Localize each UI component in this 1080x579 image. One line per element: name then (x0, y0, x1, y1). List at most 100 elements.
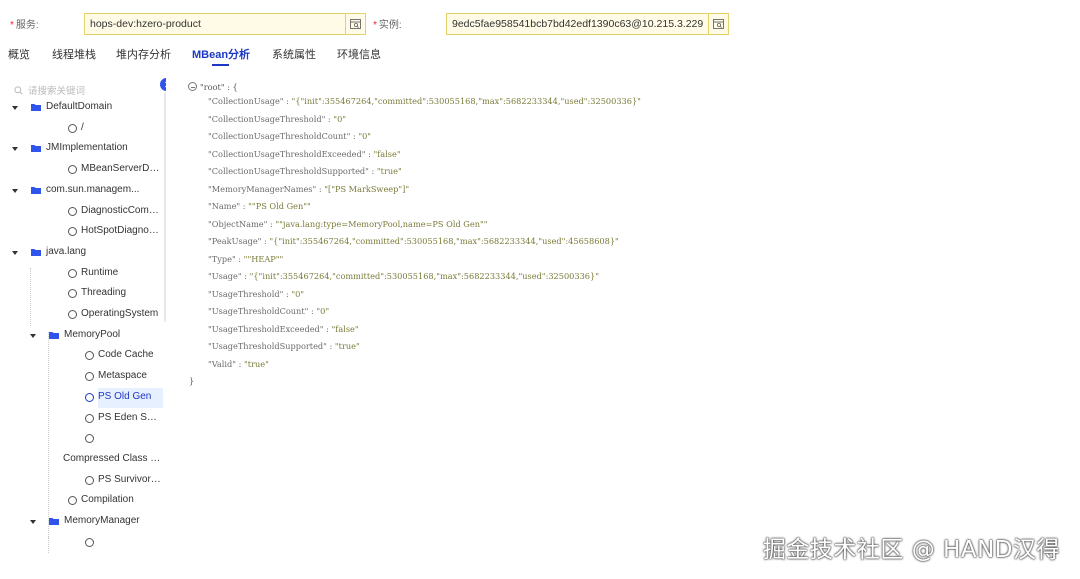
json-property-line: "ObjectName" : ""java.lang:type=MemoryPo… (208, 217, 488, 231)
json-value: "false" (373, 148, 401, 159)
search-icon (14, 85, 23, 95)
tree-node-leaf[interactable]: Runtime (8, 264, 163, 284)
collapse-panel-button[interactable] (160, 78, 166, 91)
tree-node-leaf[interactable]: / (8, 119, 163, 139)
tree-node-leaf[interactable]: HotSpotDiagnostic (8, 222, 163, 242)
instance-label: * 实例: (373, 20, 402, 31)
json-key: "MemoryManagerNames" : (208, 183, 325, 194)
tab-heap-analysis[interactable]: 堆内存分析 (116, 46, 171, 62)
tree-node-label: java.lang (46, 245, 87, 257)
tree-scrollbar[interactable] (164, 92, 166, 322)
leaf-node-icon (68, 165, 77, 175)
tree-node-label: Compilation (81, 494, 134, 506)
tree-node-leaf[interactable] (8, 429, 163, 449)
json-value: ""HEAP"" (243, 253, 284, 264)
tree-node-label: Code Cache (98, 349, 154, 361)
json-key: "ObjectName" : (208, 218, 276, 229)
tree-node-label: MBeanServerDeleg... (81, 163, 161, 175)
json-value: "0" (358, 131, 372, 141)
tree-node-leaf[interactable]: DiagnosticCommand (8, 202, 163, 222)
tab-system-properties[interactable]: 系统属性 (272, 46, 316, 62)
folder-icon (31, 186, 41, 197)
caret-down-icon[interactable] (12, 248, 18, 259)
tree-node-leaf[interactable]: Compressed Class S... (8, 450, 163, 470)
tab-environment[interactable]: 环境信息 (337, 46, 381, 62)
tree-node-leaf[interactable]: PS Old Gen (8, 387, 163, 408)
json-property-line: "Name" : ""PS Old Gen"" (208, 199, 311, 213)
leaf-node-icon (68, 123, 77, 133)
tree-node-label: Runtime (81, 266, 119, 278)
tree-node-folder[interactable]: java.lang (8, 243, 163, 263)
instance-input[interactable]: 9edc5fae958541bcb7bd42edf1390c63@10.215.… (446, 13, 709, 35)
json-property-line: "CollectionUsageThresholdCount" : "0" (208, 129, 371, 143)
tree-node-leaf[interactable] (8, 533, 163, 553)
json-property-line: "UsageThresholdSupported" : "true" (208, 339, 360, 353)
tree-node-label: PS Survivor Space (98, 473, 161, 485)
json-property-line: "PeakUsage" : "{"init":355467264,"commit… (208, 234, 619, 248)
tree-node-folder[interactable]: JMImplementation (8, 139, 163, 159)
tree-node-label: PS Eden Space (98, 411, 161, 423)
folder-icon (49, 331, 59, 342)
tree-node-label: JMImplementation (46, 142, 128, 154)
json-value: "0" (291, 288, 305, 299)
tree-node-leaf[interactable]: Metaspace (8, 367, 163, 387)
json-key: "UsageThresholdExceeded" : (208, 323, 332, 334)
json-property-line: "CollectionUsage" : "{"init":355467264,"… (208, 94, 641, 108)
json-value: "0" (316, 306, 330, 316)
watermark: 掘金技术社区 @ HAND汉得 (762, 537, 1060, 563)
tree-node-leaf[interactable]: Compilation (8, 491, 163, 511)
json-value: "{"init":355467264,"committed":530055168… (249, 271, 599, 281)
json-value: ""java.lang:type=MemoryPool,name=PS Old … (275, 218, 488, 229)
tree-node-folder[interactable]: MemoryManager (8, 512, 163, 532)
json-key: "CollectionUsageThresholdSupported" : (208, 166, 377, 176)
service-input[interactable]: hops-dev:hzero-product (84, 13, 346, 35)
tree-node-folder[interactable]: DefaultDomain (8, 98, 163, 118)
leaf-node-icon (68, 206, 77, 216)
active-tab-indicator (212, 64, 229, 66)
caret-down-icon[interactable] (12, 103, 18, 114)
tree-node-folder[interactable]: MemoryPool (8, 326, 163, 346)
caret-down-icon[interactable] (30, 517, 36, 528)
json-key: "CollectionUsageThresholdExceeded" : (208, 148, 374, 159)
leaf-node-icon (68, 310, 77, 319)
leaf-node-icon (85, 537, 94, 547)
collapse-toggle-icon[interactable] (188, 82, 197, 91)
instance-form: * 服务: hops-dev:hzero-product * 实例: 9edc5fa… (0, 13, 1080, 35)
json-property-line: "CollectionUsageThresholdExceeded" : "fa… (208, 147, 401, 161)
caret-down-icon[interactable] (12, 186, 18, 197)
service-picker-button[interactable] (345, 13, 366, 35)
json-property-line: "CollectionUsageThresholdSupported" : "t… (208, 164, 402, 178)
tree-search-input[interactable]: 请搜索关键词 (8, 80, 156, 100)
mbean-tree-panel: 请搜索关键词 DefaultDomain / JMImplementation MBe… (8, 76, 166, 579)
caret-down-icon[interactable] (30, 331, 36, 342)
json-key: "CollectionUsage" : (208, 96, 292, 106)
lookup-icon (713, 19, 724, 29)
tree-node-label: HotSpotDiagnostic (81, 225, 161, 237)
tree-node-leaf[interactable]: Code Cache (8, 346, 163, 366)
folder-icon (31, 103, 41, 114)
tab-mbean-analysis[interactable]: MBean分析 (192, 46, 250, 62)
tab-thread-stack[interactable]: 线程堆栈 (52, 46, 96, 62)
tab-bar: 概览 线程堆栈 堆内存分析 MBean分析 系统属性 环境信息 (0, 43, 1080, 69)
tree-node-leaf[interactable]: Threading (8, 284, 163, 304)
leaf-node-icon (68, 289, 77, 299)
json-value: "true" (244, 358, 269, 369)
tab-overview[interactable]: 概览 (8, 46, 30, 62)
leaf-node-icon (85, 413, 94, 423)
leaf-node-icon (85, 475, 94, 485)
tree-node-label: / (81, 121, 84, 133)
json-key: "CollectionUsageThreshold" : (208, 113, 334, 124)
leaf-node-icon (85, 434, 94, 444)
instance-picker-button[interactable] (708, 13, 729, 35)
json-value: "["PS MarkSweep"]" (324, 183, 410, 194)
caret-down-icon[interactable] (12, 144, 18, 155)
tree-node-label: com.sun.managem... (46, 183, 140, 195)
tree-node-leaf[interactable]: MBeanServerDeleg... (8, 160, 163, 180)
tree-node-leaf[interactable]: OperatingSystem (8, 305, 163, 325)
json-value: "0" (333, 113, 347, 124)
tree-node-leaf[interactable]: PS Eden Space (8, 409, 163, 429)
tree-node-folder[interactable]: com.sun.managem... (8, 181, 163, 201)
folder-icon (31, 248, 41, 259)
json-value: "{"init":355467264,"committed":530055168… (269, 236, 619, 246)
tree-node-leaf[interactable]: PS Survivor Space (8, 471, 163, 491)
